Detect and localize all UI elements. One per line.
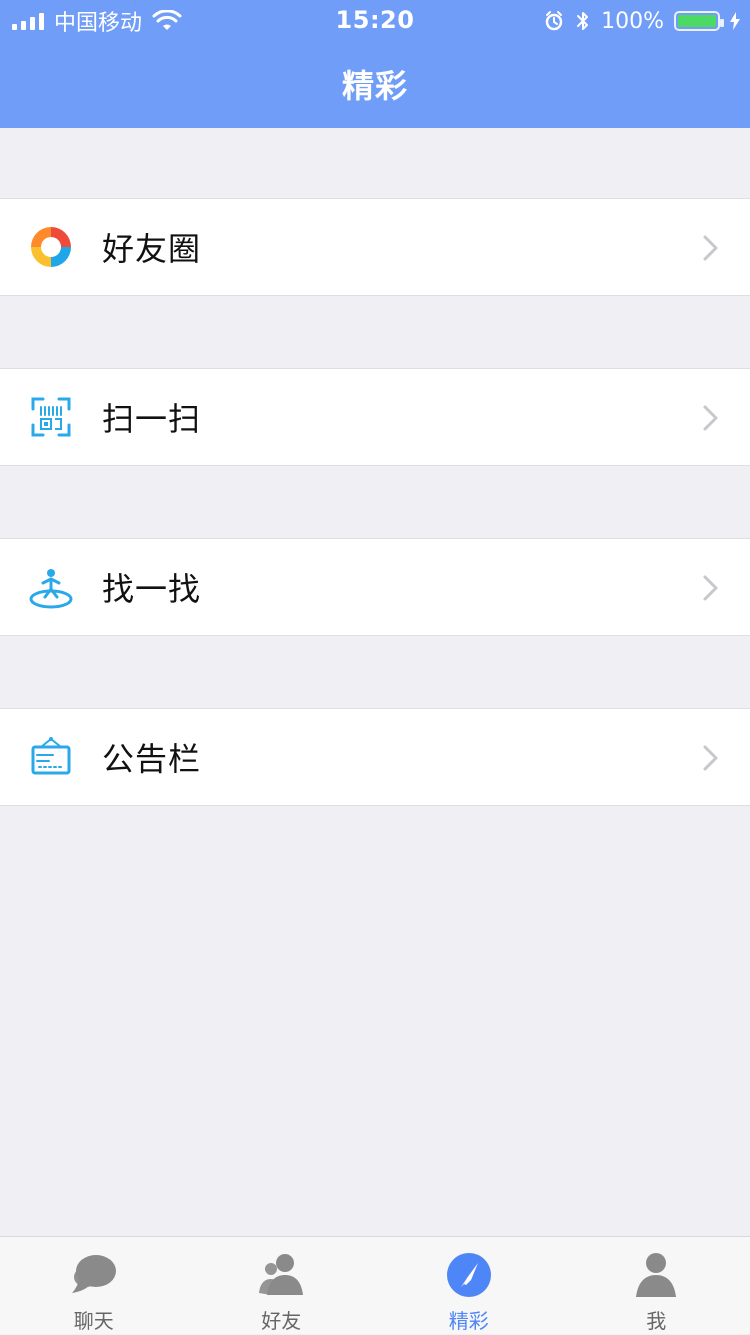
profile-icon — [628, 1249, 684, 1301]
charging-icon — [730, 12, 740, 30]
tab-featured[interactable]: 精彩 — [375, 1237, 563, 1335]
compass-icon — [441, 1249, 497, 1301]
tab-label: 我 — [646, 1305, 666, 1334]
battery-icon — [674, 11, 720, 31]
menu-item-label: 找一找 — [102, 564, 201, 610]
bluetooth-icon — [575, 9, 591, 33]
chevron-right-icon — [702, 744, 720, 772]
alarm-icon — [543, 10, 565, 32]
battery-percent: 100% — [601, 9, 664, 34]
chevron-right-icon — [702, 234, 720, 262]
status-bar: 中国移动 15:20 100% — [0, 0, 750, 40]
status-right: 100% — [543, 6, 740, 36]
menu-item-icon-wrap — [0, 368, 102, 466]
menu-item-icon-wrap — [0, 198, 102, 296]
tab-label: 聊天 — [74, 1305, 114, 1334]
tab-me[interactable]: 我 — [563, 1237, 750, 1335]
menu-item-moments[interactable]: 好友圈 — [0, 198, 750, 296]
chevron-right-icon — [702, 574, 720, 602]
menu-item-label: 公告栏 — [102, 734, 201, 780]
navigation-bar: 精彩 — [0, 40, 750, 128]
menu-item-scan[interactable]: 扫一扫 — [0, 368, 750, 466]
menu-item-label: 扫一扫 — [102, 394, 201, 440]
chat-bubble-icon — [66, 1249, 122, 1301]
tab-friends[interactable]: 好友 — [188, 1237, 376, 1335]
top-bar: 中国移动 15:20 100% — [0, 0, 750, 128]
moments-icon — [27, 223, 75, 271]
friends-icon — [253, 1249, 309, 1301]
tab-label: 精彩 — [449, 1305, 489, 1334]
tab-chat[interactable]: 聊天 — [0, 1237, 188, 1335]
menu-item-discover[interactable]: 找一找 — [0, 538, 750, 636]
scan-icon — [27, 393, 75, 441]
tab-bar: 聊天 好友 精彩 我 — [0, 1236, 750, 1334]
menu-item-icon-wrap — [0, 708, 102, 806]
menu-item-icon-wrap — [0, 538, 102, 636]
battery-fill — [678, 15, 716, 27]
menu-item-notice-board[interactable]: 公告栏 — [0, 708, 750, 806]
tab-label: 好友 — [261, 1305, 301, 1334]
discover-person-icon — [27, 563, 75, 611]
notice-board-icon — [27, 733, 75, 781]
chevron-right-icon — [702, 404, 720, 432]
menu-item-label: 好友圈 — [102, 224, 201, 270]
page-title: 精彩 — [342, 61, 408, 107]
